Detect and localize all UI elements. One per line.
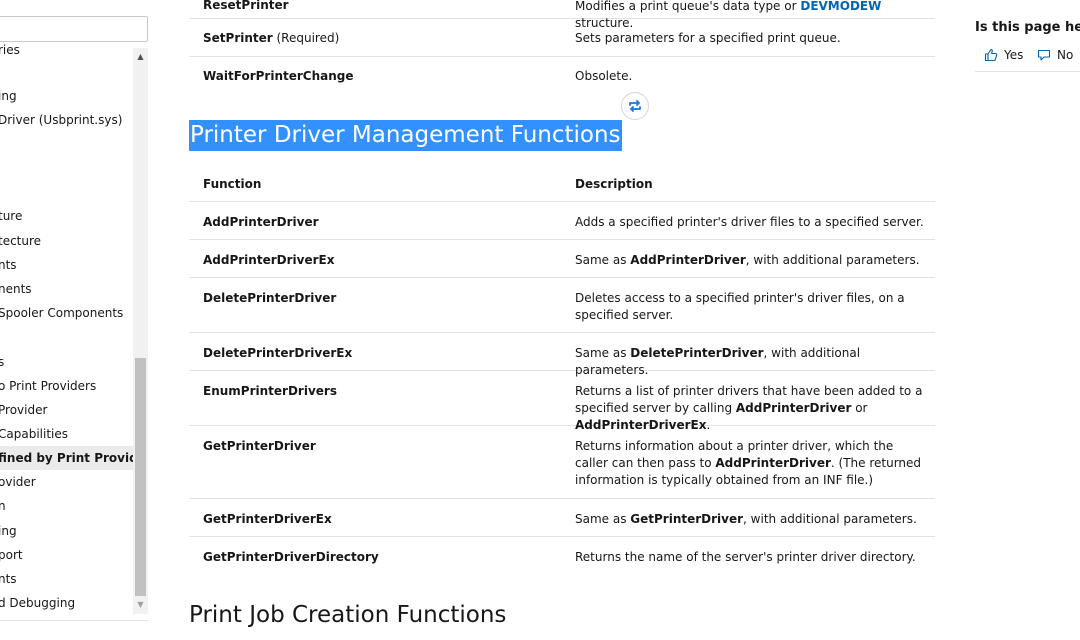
toc-item[interactable]: Spooler Components	[0, 301, 133, 325]
table-row: EnumPrinterDrivers Returns a list of pri…	[189, 371, 935, 432]
toc-item[interactable]: ing	[0, 519, 133, 543]
toc-filter-input[interactable]	[0, 16, 148, 42]
section-heading-print-job-creation: Print Job Creation Functions	[189, 602, 507, 628]
section-heading-printer-driver-management: Printer Driver Management Functions	[189, 120, 622, 151]
toc-item[interactable]: ture	[0, 204, 133, 228]
function-name: SetPrinter (Required)	[203, 31, 340, 45]
table-row: DeletePrinterDriver Deletes access to a …	[189, 278, 935, 333]
toc-item[interactable]: Driver (Usbprint.sys)	[0, 108, 133, 132]
function-name: AddPrinterDriver	[203, 215, 319, 229]
function-description: Deletes access to a specified printer's …	[575, 291, 905, 322]
function-name: GetPrinterDriverDirectory	[203, 550, 379, 564]
function-name: DeletePrinterDriverEx	[203, 346, 353, 360]
toc-item[interactable]: Capabilities	[0, 422, 133, 446]
toc-item[interactable]: n	[0, 494, 133, 518]
scroll-down-arrow-icon[interactable]: ▼	[133, 598, 148, 612]
function-description: Same as AddPrinterDriver, with additiona…	[575, 253, 920, 267]
toc-item[interactable]: tecture	[0, 229, 133, 253]
function-name: DeletePrinterDriver	[203, 291, 337, 305]
table-header-row: Function Description	[189, 164, 935, 202]
function-name: GetPrinterDriverEx	[203, 512, 332, 526]
feedback-title: Is this page helpful?	[975, 20, 1080, 35]
table-row: AddPrinterDriver Adds a specified printe…	[189, 202, 935, 240]
toc-item[interactable]: s	[0, 350, 133, 374]
function-description: Returns the name of the server's printer…	[575, 550, 916, 564]
scroll-up-arrow-icon[interactable]: ▲	[133, 50, 148, 64]
toc-item[interactable]: o Print Providers	[0, 374, 133, 398]
function-name: AddPrinterDriverEx	[203, 253, 335, 267]
function-name: ResetPrinter	[203, 0, 289, 12]
devmodew-link[interactable]: DEVMODEW	[800, 0, 881, 13]
yes-label: Yes	[1004, 48, 1024, 62]
toc-item-selected[interactable]: fined by Print Providers	[0, 446, 133, 470]
function-description: Returns information about a printer driv…	[575, 439, 922, 487]
divider	[0, 620, 148, 621]
function-name: WaitForPrinterChange	[203, 69, 354, 83]
table-row: DeletePrinterDriverEx Same as DeletePrin…	[189, 333, 935, 377]
function-description: Same as GetPrinterDriver, with additiona…	[575, 512, 917, 526]
divider	[975, 71, 1080, 72]
toc-item[interactable]: Provider	[0, 398, 133, 422]
table-row: GetPrinterDriver Returns information abo…	[189, 426, 935, 499]
thumbs-down-icon	[1037, 49, 1051, 61]
toc-item[interactable]: port	[0, 543, 133, 567]
function-name: GetPrinterDriver	[203, 439, 316, 453]
function-description: Adds a specified printer's driver files …	[575, 215, 924, 229]
column-header-function: Function	[203, 177, 262, 191]
scrollbar-thumb[interactable]	[135, 358, 146, 596]
toc-item[interactable]: nents	[0, 277, 133, 301]
table-row: GetPrinterDriverEx Same as GetPrinterDri…	[189, 499, 935, 537]
toc-item[interactable]: d Debugging	[0, 591, 133, 615]
column-header-description: Description	[575, 177, 653, 191]
table-row: GetPrinterDriverDirectory Returns the na…	[189, 537, 935, 575]
feedback-no-button[interactable]: No	[1037, 48, 1073, 62]
function-description: Sets parameters for a specified print qu…	[575, 31, 841, 45]
toc-item[interactable]: nts	[0, 567, 133, 591]
table-row: SetPrinter (Required) Sets parameters fo…	[189, 19, 935, 57]
thumbs-up-icon	[984, 48, 998, 62]
cycle-arrows-icon	[629, 100, 641, 112]
toc-item[interactable]: nts	[0, 253, 133, 277]
table-row: AddPrinterDriverEx Same as AddPrinterDri…	[189, 240, 935, 278]
table-row: ResetPrinter Modifies a print queue's da…	[189, 0, 935, 30]
function-name: EnumPrinterDrivers	[203, 384, 337, 398]
toc-item[interactable]: ries	[0, 44, 133, 62]
feedback-yes-button[interactable]: Yes	[984, 48, 1023, 62]
toc-nav: ries ing Driver (Usbprint.sys) ture tect…	[0, 44, 133, 618]
translate-toggle-button[interactable]	[621, 92, 649, 120]
function-description: Obsolete.	[575, 69, 633, 83]
table-row: WaitForPrinterChange Obsolete.	[189, 57, 935, 95]
toc-item[interactable]: ovider	[0, 470, 133, 494]
toc-item[interactable]: ing	[0, 84, 133, 108]
no-label: No	[1057, 48, 1074, 62]
toc-scrollbar[interactable]: ▲ ▼	[133, 48, 148, 614]
